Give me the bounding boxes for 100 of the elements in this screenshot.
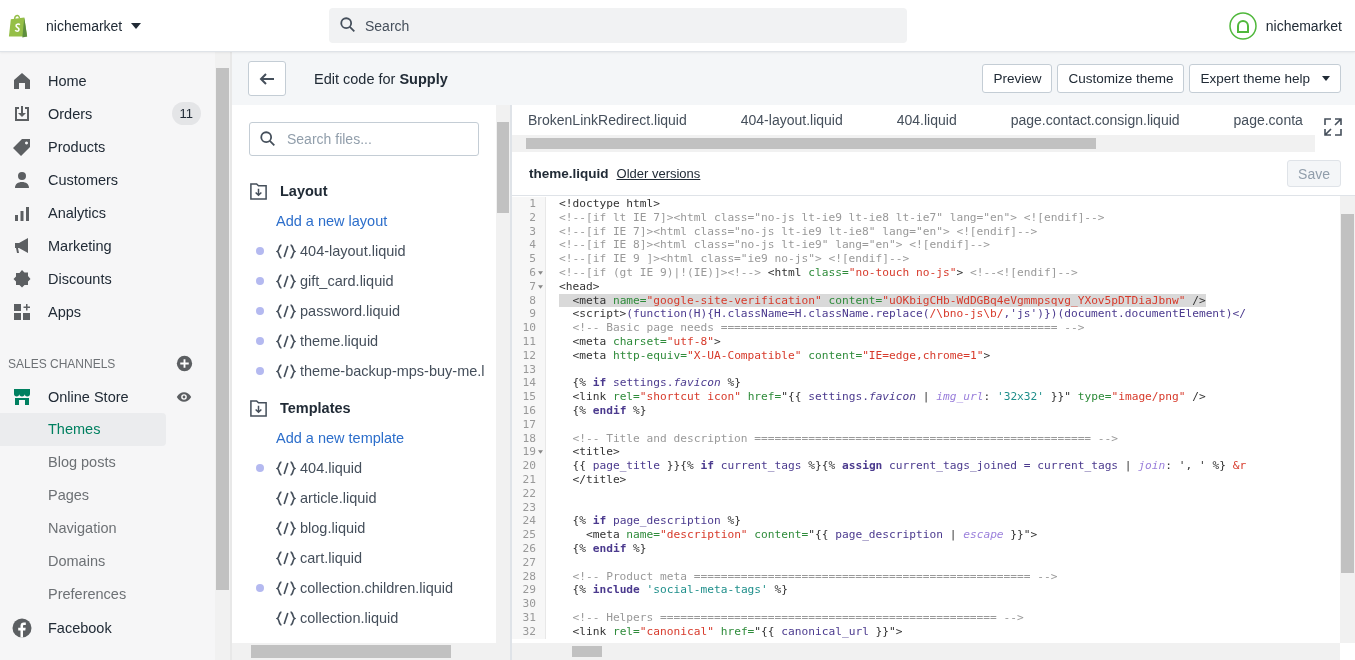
apps-icon — [12, 301, 32, 322]
line-number: 4 — [529, 238, 536, 253]
code-line: {% endif %} — [571, 403, 647, 418]
back-button[interactable] — [248, 61, 286, 96]
nav-subitem[interactable]: Domains — [0, 545, 166, 578]
file-name[interactable]: collection.children.liquid — [300, 580, 454, 596]
nav-subitem[interactable]: Blog posts — [0, 446, 166, 479]
line-number: 29 — [522, 583, 536, 598]
line-number: 24 — [522, 514, 536, 529]
nav-item[interactable]: Products — [0, 130, 215, 163]
file-tab[interactable]: 404-layout.liquid — [724, 112, 859, 128]
file-name[interactable]: article.liquid — [300, 490, 377, 506]
nav-item[interactable]: Facebook — [0, 611, 215, 644]
fold-arrow-icon[interactable] — [538, 284, 543, 289]
folder-icon — [249, 398, 268, 418]
scrollbar[interactable] — [496, 105, 510, 643]
line-number: 25 — [522, 528, 536, 542]
code-line: <!-- Product meta ================================================== --> — [571, 569, 1058, 584]
nav-subitem[interactable]: Pages — [0, 479, 166, 512]
scrollbar[interactable] — [215, 52, 230, 660]
search-field[interactable]: Search — [329, 8, 907, 43]
nav-subitem[interactable]: Navigation — [0, 512, 166, 545]
line-number: 8 — [529, 293, 536, 308]
code-file-icon — [276, 609, 296, 627]
search-icon — [339, 16, 357, 34]
code-file-icon — [276, 272, 296, 290]
line-number: 3 — [529, 224, 536, 239]
code-line: <!doctype html> — [559, 197, 661, 211]
header-button[interactable]: Expert theme help — [1189, 64, 1341, 93]
file-name[interactable]: 404.liquid — [300, 460, 363, 476]
add-icon[interactable] — [176, 355, 193, 372]
code-line: <link rel="canonical" href="{{ canonical_url }}"> — [571, 624, 903, 639]
file-name[interactable]: theme-backup-mps-buy-me.l — [300, 363, 485, 379]
nav-subitem[interactable]: Themes — [0, 413, 166, 446]
code-file-icon — [276, 489, 296, 507]
scrollbar[interactable] — [232, 643, 510, 660]
line-number: 5 — [529, 252, 536, 266]
nav-item[interactable]: Online Store — [0, 380, 215, 413]
file-name[interactable]: password.liquid — [300, 303, 400, 319]
file-tab[interactable]: page.conta — [1217, 112, 1317, 128]
file-tab[interactable]: 404.liquid — [880, 112, 973, 128]
line-number: 20 — [522, 459, 536, 473]
file-name[interactable]: blog.liquid — [300, 520, 366, 536]
file-name[interactable]: 404-layout.liquid — [300, 243, 406, 259]
store-name[interactable]: nichemarket — [46, 17, 123, 34]
code-line: <meta charset="utf-8"> — [571, 334, 721, 349]
caret-icon[interactable] — [131, 22, 142, 29]
file-name[interactable]: collection.liquid — [300, 610, 399, 626]
code-file-icon — [276, 302, 296, 320]
code-line: <!-- Basic page needs ================================================== --> — [571, 321, 1085, 335]
code-line: {% include 'social-meta-tags' %} — [571, 583, 789, 598]
code-line: <link rel="shortcut icon" href="{{ settings.favicon | img_url: '32x32' }}" type="image/png" /> — [571, 390, 1206, 404]
person-icon — [12, 169, 32, 190]
line-number: 6 — [529, 266, 536, 280]
line-number: 9 — [529, 307, 536, 322]
shopping-bag-logo-icon[interactable] — [7, 12, 30, 39]
fold-arrow-icon[interactable] — [538, 270, 543, 275]
user-name[interactable]: nichemarket — [1265, 17, 1342, 34]
line-number: 31 — [522, 610, 536, 625]
scrollbar[interactable] — [1340, 196, 1355, 643]
nav-item[interactable]: Apps — [0, 295, 215, 328]
inbox-icon — [12, 103, 32, 124]
nav-item[interactable]: Customers — [0, 163, 215, 196]
nav-item[interactable]: Orders 11 — [0, 97, 215, 130]
code-line: <meta name="description" content="{{ page_description | escape }}"> — [584, 528, 1038, 542]
file-name[interactable]: gift_card.liquid — [300, 273, 394, 289]
code-line: {{ page_title }}{% if current_tags %}{% assign current_tags_joined = current_tags | join: ', ' %} &r — [571, 459, 1247, 473]
header-button[interactable]: Customize theme — [1057, 64, 1185, 93]
add-file-link[interactable]: Add a new template — [249, 423, 496, 453]
fold-arrow-icon[interactable] — [538, 450, 543, 455]
badge-icon — [12, 268, 32, 289]
line-number: 23 — [522, 500, 536, 515]
folder-title[interactable]: Layout — [280, 183, 328, 199]
nav-item[interactable]: Home — [0, 64, 215, 97]
scrollbar[interactable] — [512, 643, 1340, 660]
file-tab[interactable]: BrokenLinkRedirect.liquid — [512, 112, 703, 128]
line-number: 1 — [529, 197, 536, 211]
code-line: {% endif %} — [571, 541, 647, 556]
line-number: 17 — [522, 417, 536, 432]
file-name[interactable]: theme.liquid — [300, 333, 379, 349]
fullscreen-icon[interactable] — [1323, 117, 1343, 137]
file-name[interactable]: cart.liquid — [300, 550, 363, 566]
scrollbar[interactable] — [512, 135, 1315, 152]
older-versions-link[interactable]: Older versions — [616, 166, 701, 181]
file-search-field[interactable]: Search files... — [249, 122, 479, 156]
home-icon — [12, 70, 32, 91]
add-file-link[interactable]: Add a new layout — [249, 206, 496, 236]
file-tab[interactable]: page.contact.consign.liquid — [994, 112, 1196, 128]
nav-item[interactable]: Discounts — [0, 262, 215, 295]
header-button[interactable]: Preview — [982, 64, 1053, 93]
folder-title[interactable]: Templates — [280, 400, 351, 416]
code-line: <title> — [571, 445, 620, 460]
nav-subitem[interactable]: Preferences — [0, 578, 166, 611]
line-number: 30 — [522, 597, 536, 611]
nav-item[interactable]: Analytics — [0, 196, 215, 229]
line-number: 11 — [522, 334, 536, 349]
line-number: 19 — [522, 445, 536, 460]
avatar-icon[interactable] — [1228, 11, 1257, 40]
code-line: <script>(function(H){H.className=H.className.replace(/\bno-js\b/,'js')})(document.documentElement)</ — [571, 307, 1247, 322]
nav-item[interactable]: Marketing — [0, 229, 215, 262]
